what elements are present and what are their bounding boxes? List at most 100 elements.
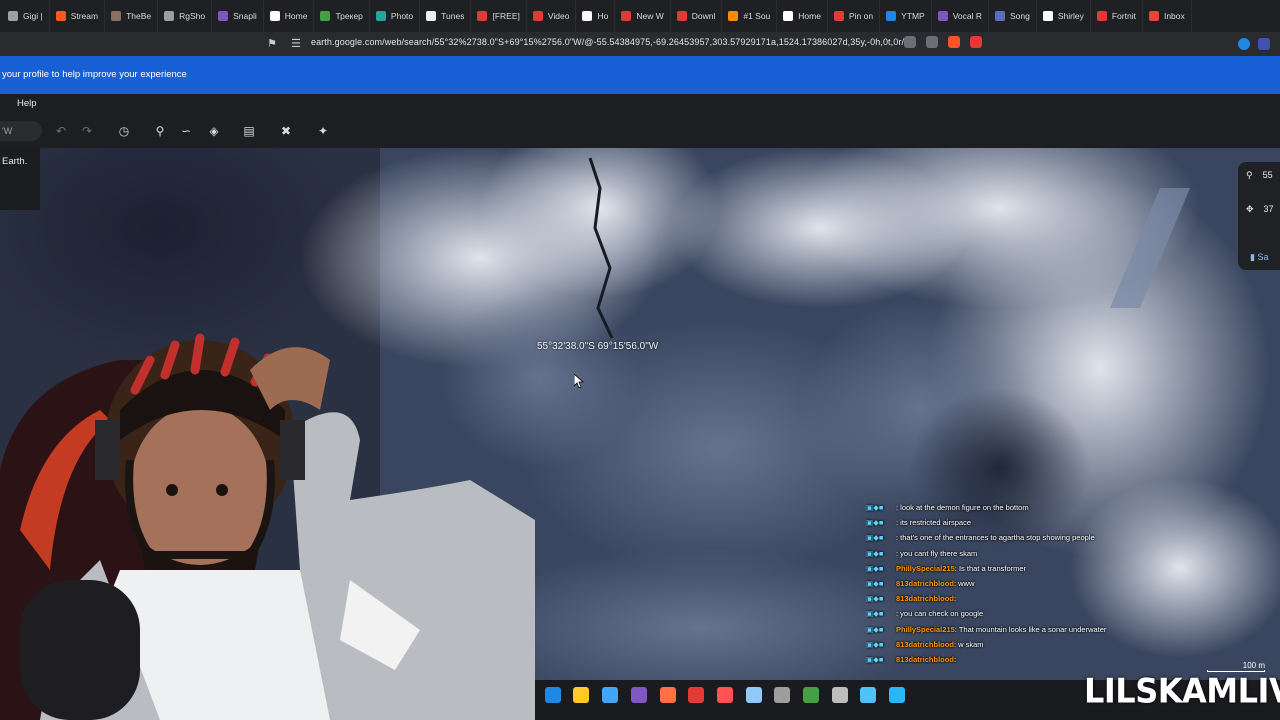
chat-username: PhillySpecial215 <box>896 563 955 573</box>
address-bar-actions <box>904 36 982 48</box>
placemark-icon[interactable]: ⚲ <box>151 122 169 140</box>
browser-tab[interactable]: Vocal R <box>932 0 990 32</box>
tab-label: Ho <box>597 11 609 21</box>
tab-favicon-icon <box>937 11 948 21</box>
taskbar-app-icon[interactable] <box>745 687 762 703</box>
chat-message: ▣◆■ 813datrichblood: www <box>866 576 1156 591</box>
history-icon[interactable]: ◷ <box>115 122 133 140</box>
taskbar-app-icon[interactable] <box>716 687 733 703</box>
layers-icon[interactable]: ◈ <box>205 122 223 140</box>
chat-message: ▣◆■ 813datrichblood: <box>866 591 1156 606</box>
chat-text: : <box>953 594 957 604</box>
tab-label: Downl <box>691 11 716 21</box>
browser-tab[interactable]: Downl <box>671 0 723 32</box>
site-settings-icon[interactable]: ☰ <box>287 37 305 50</box>
taskbar-app-icon[interactable] <box>688 687 705 703</box>
browser-tab[interactable]: #1 Sou <box>722 0 778 32</box>
chat-text: : <box>953 655 957 665</box>
extension-icon[interactable] <box>1238 38 1250 50</box>
browser-tab[interactable]: Fortnit <box>1091 0 1143 32</box>
location-value: 55 <box>1262 170 1273 180</box>
chat-badge-icon: ▣◆■ <box>866 563 884 573</box>
browser-tab[interactable]: Song <box>989 0 1037 32</box>
redo-icon[interactable]: ↷ <box>78 122 96 140</box>
browser-tab[interactable]: Gigi | <box>2 0 50 32</box>
share-icon[interactable] <box>926 36 938 48</box>
path-icon[interactable]: ∽ <box>177 122 195 140</box>
taskbar-app-icon[interactable] <box>831 687 848 703</box>
taskbar-app-icon[interactable] <box>630 687 647 703</box>
mouse-cursor-icon <box>574 374 584 388</box>
browser-tab[interactable]: Stream <box>50 0 106 32</box>
sparkle-icon[interactable]: ✦ <box>314 122 332 140</box>
browser-tab[interactable]: Home <box>777 0 828 32</box>
tab-label: [FREE] <box>492 11 520 21</box>
ruler-icon[interactable]: ▤ <box>240 122 258 140</box>
rewards-icon[interactable] <box>970 36 982 48</box>
tab-label: Gigi | <box>23 11 43 21</box>
undo-icon[interactable]: ↶ <box>52 122 70 140</box>
taskbar-app-icon[interactable] <box>889 687 906 703</box>
banner-text: your profile to help improve your experi… <box>2 69 187 80</box>
browser-tab[interactable]: Photo <box>370 0 421 32</box>
tab-favicon-icon <box>582 11 593 21</box>
tab-label: Stream <box>70 11 99 21</box>
save-button[interactable]: ▮ Sa <box>1246 248 1280 266</box>
install-app-icon[interactable] <box>904 36 916 48</box>
chat-text: : you cant fly there skam <box>896 548 978 558</box>
browser-tab[interactable]: Inbox <box>1143 0 1192 32</box>
chat-badge-icon: ▣◆■ <box>866 548 884 558</box>
chat-badge-icon: ▣◆■ <box>866 503 884 512</box>
tab-favicon-icon <box>477 11 488 21</box>
search-input[interactable]: 'W <box>0 121 42 141</box>
tab-favicon-icon <box>783 11 794 21</box>
browser-tab[interactable]: RgSho <box>158 0 213 32</box>
bookmark-icon[interactable]: ⚑ <box>263 37 281 50</box>
screen: Gigi | Stream TheBe RgSho Snapli Home Трекер Ph… <box>0 0 1280 720</box>
tab-label: RgSho <box>179 11 206 21</box>
taskbar-app-icon[interactable] <box>860 687 877 703</box>
bookmark-icon: ▮ <box>1250 252 1255 262</box>
chat-username: 813datrichblood <box>896 639 954 649</box>
location-pin-icon: ⚲ <box>1246 170 1253 180</box>
browser-tab[interactable]: Ho <box>576 0 616 32</box>
extension-icon[interactable] <box>1258 38 1270 50</box>
browser-tab[interactable]: Трекер <box>314 0 370 32</box>
menu-help[interactable]: Help <box>17 98 37 109</box>
taskbar-app-icon[interactable] <box>544 687 561 703</box>
tab-label: Song <box>1010 11 1030 21</box>
browser-tab[interactable]: Shirley <box>1037 0 1091 32</box>
location-row: ⚲ 55 <box>1246 170 1273 181</box>
chat-badge-icon: ▣◆■ <box>866 639 884 649</box>
taskbar-app-icon[interactable] <box>774 687 791 703</box>
stream-chat: ▣◆■: look at the demon figure on the bot… <box>866 500 1156 667</box>
taskbar-app-icon[interactable] <box>573 687 590 703</box>
browser-tab[interactable]: New W <box>615 0 671 32</box>
chat-username: 813datrichblood <box>896 579 954 589</box>
tab-favicon-icon <box>375 11 386 21</box>
chat-username: PhillySpecial215 <box>896 624 955 634</box>
tab-favicon-icon <box>532 11 543 21</box>
browser-tab[interactable]: TheBe <box>105 0 159 32</box>
tools-icon[interactable]: ✖ <box>277 122 295 140</box>
chat-username: 813datrichblood <box>896 594 954 604</box>
location-panel: ⚲ 55 ✥ 37 ▮ Sa <box>1238 162 1280 270</box>
tab-favicon-icon <box>55 11 66 21</box>
browser-tab[interactable]: Pin on <box>828 0 881 32</box>
taskbar-app-icon[interactable] <box>602 687 619 703</box>
browser-tab[interactable]: [FREE] <box>471 0 527 32</box>
url-text[interactable]: earth.google.com/web/search/55°32%2738.0… <box>311 37 912 47</box>
browser-tab[interactable]: Tunes <box>420 0 472 32</box>
browser-tab[interactable]: Snapli <box>212 0 264 32</box>
tab-favicon-icon <box>1148 11 1159 21</box>
browser-tab[interactable]: Home <box>264 0 315 32</box>
browser-tab[interactable]: YTMP <box>880 0 932 32</box>
brave-shield-icon[interactable] <box>948 36 960 48</box>
tab-label: New W <box>636 11 664 21</box>
taskbar-app-icon[interactable] <box>659 687 676 703</box>
chat-message: ▣◆■ PhillySpecial215: That mountain looks… <box>866 622 1156 637</box>
taskbar-app-icon[interactable] <box>803 687 819 703</box>
browser-tab[interactable]: Video <box>527 0 577 32</box>
tab-label: #1 Sou <box>743 11 771 21</box>
side-panel-text: Earth. <box>2 156 28 167</box>
